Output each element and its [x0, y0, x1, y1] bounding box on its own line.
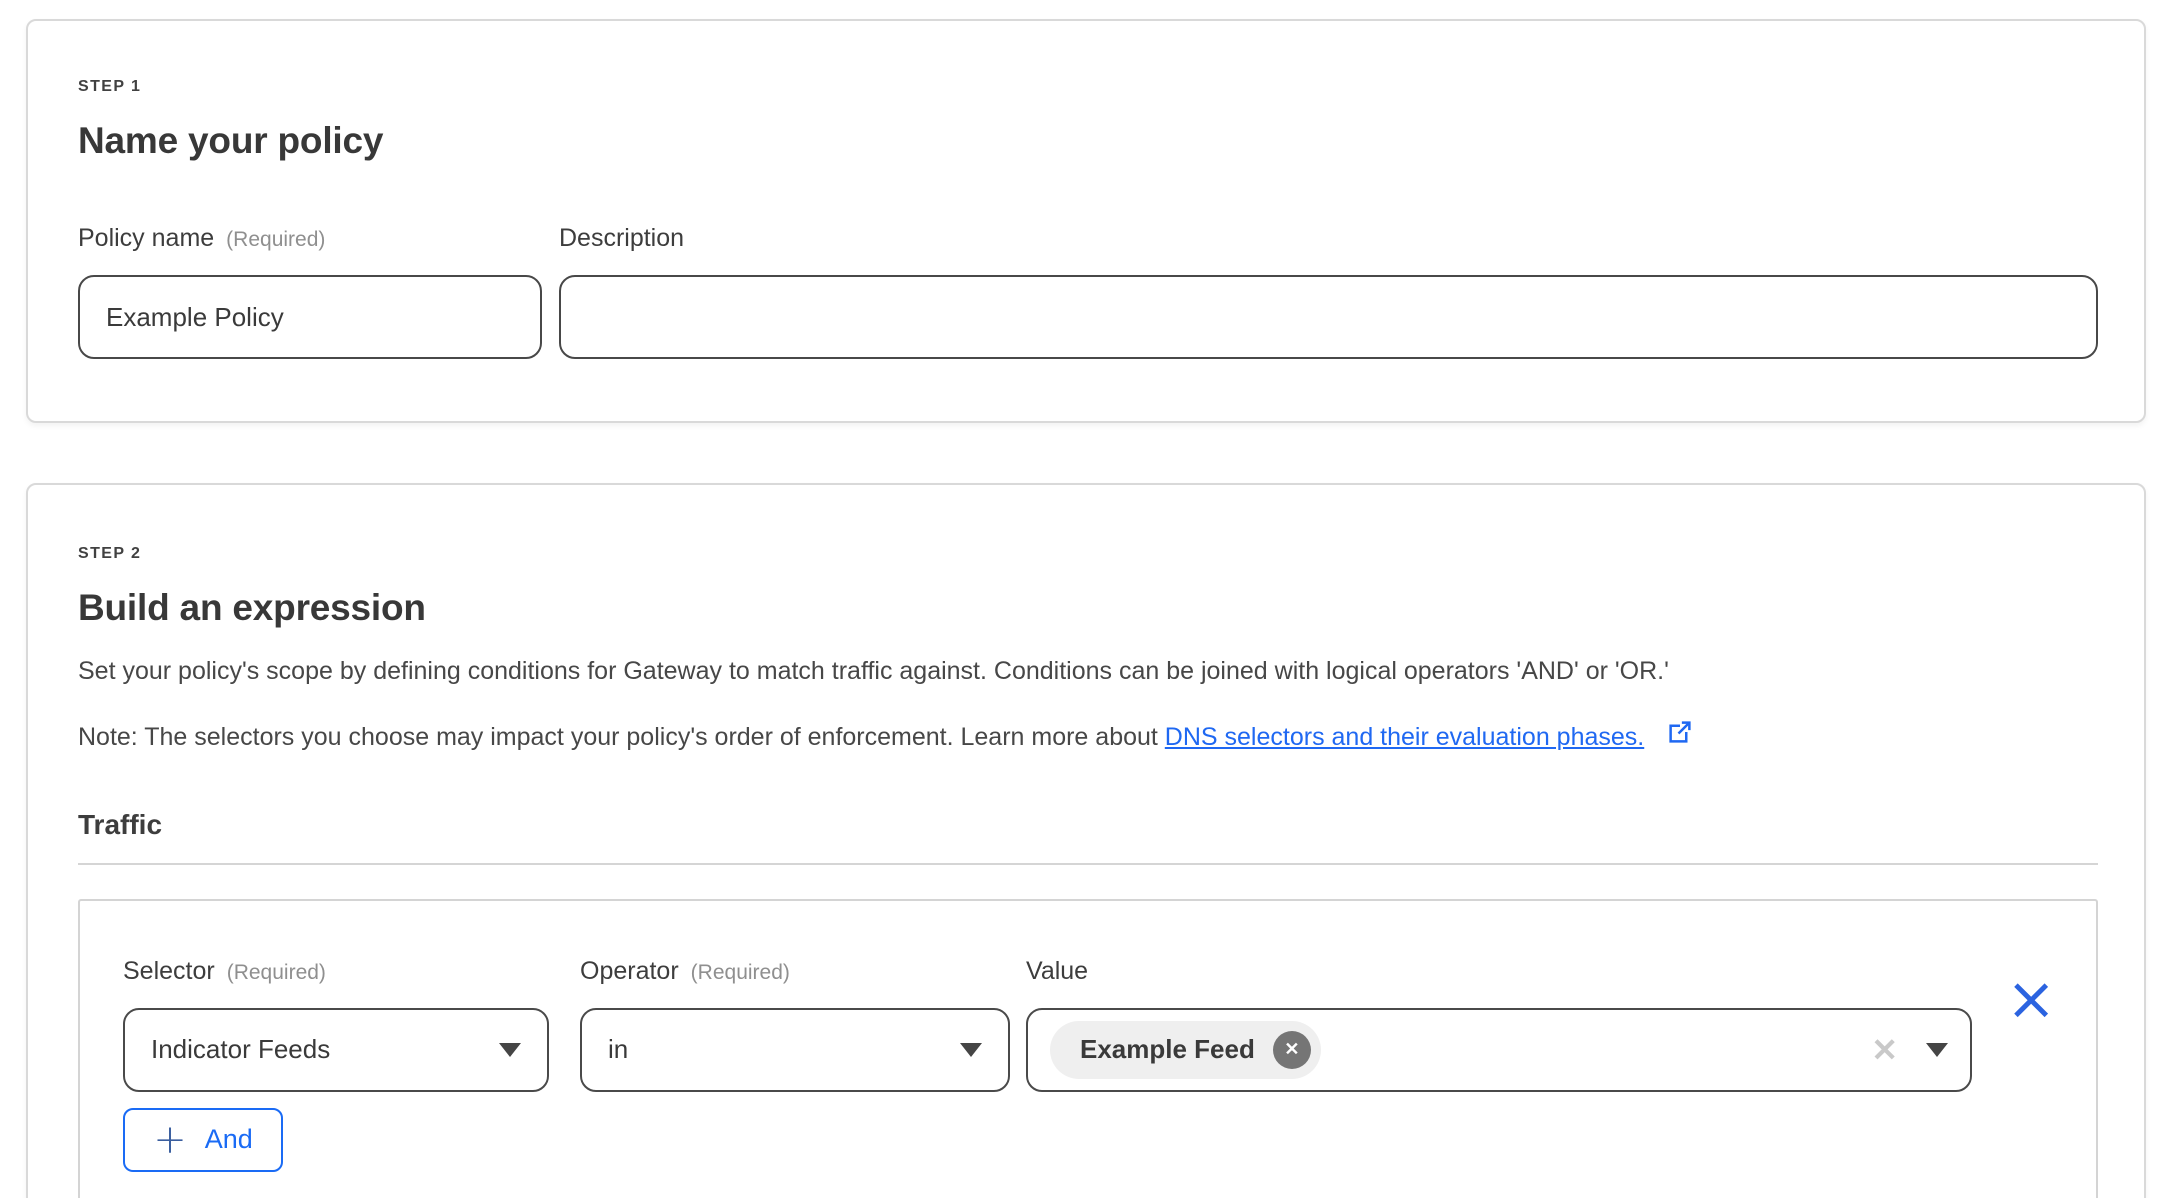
description-field-group: Description — [559, 224, 2098, 359]
note-prefix: Note: The selectors you choose may impac… — [78, 723, 1165, 751]
external-link-icon[interactable] — [1665, 717, 1695, 757]
description-input[interactable] — [559, 275, 2098, 359]
operator-dropdown-value: in — [608, 1034, 628, 1065]
condition-box: Selector (Required) Indicator Feeds Opera… — [78, 899, 2098, 1198]
dns-selectors-link[interactable]: DNS selectors and their evaluation phase… — [1165, 723, 1644, 751]
chevron-down-icon[interactable] — [1926, 1043, 1948, 1057]
expression-note-text: Note: The selectors you choose may impac… — [78, 717, 2098, 757]
step2-label: STEP 2 — [78, 545, 2098, 563]
and-button-label: And — [205, 1124, 253, 1155]
step2-card: STEP 2 Build an expression Set your poli… — [26, 483, 2146, 1198]
selector-label-text: Selector — [123, 957, 215, 985]
step1-label: STEP 1 — [78, 78, 2098, 96]
selector-required-hint: (Required) — [227, 961, 326, 984]
policy-name-required-hint: (Required) — [226, 228, 325, 251]
policy-name-field-group: Policy name (Required) — [78, 224, 542, 359]
chevron-down-icon — [499, 1043, 521, 1057]
operator-label: Operator (Required) — [580, 957, 1010, 986]
condition-row: Selector (Required) Indicator Feeds Opera… — [123, 957, 2058, 1092]
value-field-group: Value Example Feed ✕ ✕ — [1026, 957, 1972, 1092]
value-label: Value — [1026, 957, 1972, 986]
operator-label-text: Operator — [580, 957, 679, 985]
tag-remove-icon[interactable]: ✕ — [1273, 1031, 1311, 1069]
selector-label: Selector (Required) — [123, 957, 549, 986]
operator-dropdown[interactable]: in — [580, 1008, 1010, 1092]
value-multiselect[interactable]: Example Feed ✕ ✕ — [1026, 1008, 1972, 1092]
step1-card: STEP 1 Name your policy Policy name (Requ… — [26, 19, 2146, 423]
step2-title: Build an expression — [78, 587, 2098, 629]
value-tag-label: Example Feed — [1080, 1034, 1255, 1065]
policy-name-label: Policy name (Required) — [78, 224, 542, 253]
value-field-controls: ✕ — [1871, 1034, 1948, 1066]
add-and-condition-button[interactable]: + And — [123, 1108, 283, 1172]
clear-value-icon[interactable]: ✕ — [1871, 1034, 1898, 1066]
operator-required-hint: (Required) — [691, 961, 790, 984]
operator-field-group: Operator (Required) in — [580, 957, 1010, 1092]
step1-title: Name your policy — [78, 120, 2098, 162]
policy-name-label-text: Policy name — [78, 224, 214, 252]
description-label: Description — [559, 224, 2098, 253]
chevron-down-icon — [960, 1043, 982, 1057]
expression-intro-text: Set your policy's scope by defining cond… — [78, 655, 2098, 689]
selector-field-group: Selector (Required) Indicator Feeds — [123, 957, 549, 1092]
delete-condition-icon[interactable]: × — [2006, 969, 2056, 1029]
policy-name-input[interactable] — [78, 275, 542, 359]
selector-dropdown[interactable]: Indicator Feeds — [123, 1008, 549, 1092]
plus-icon: + — [153, 1120, 187, 1160]
step1-fields-row: Policy name (Required) Description — [78, 224, 2098, 359]
value-tag: Example Feed ✕ — [1050, 1021, 1321, 1079]
traffic-divider — [78, 863, 2098, 865]
traffic-heading: Traffic — [78, 809, 2098, 841]
selector-dropdown-value: Indicator Feeds — [151, 1034, 330, 1065]
